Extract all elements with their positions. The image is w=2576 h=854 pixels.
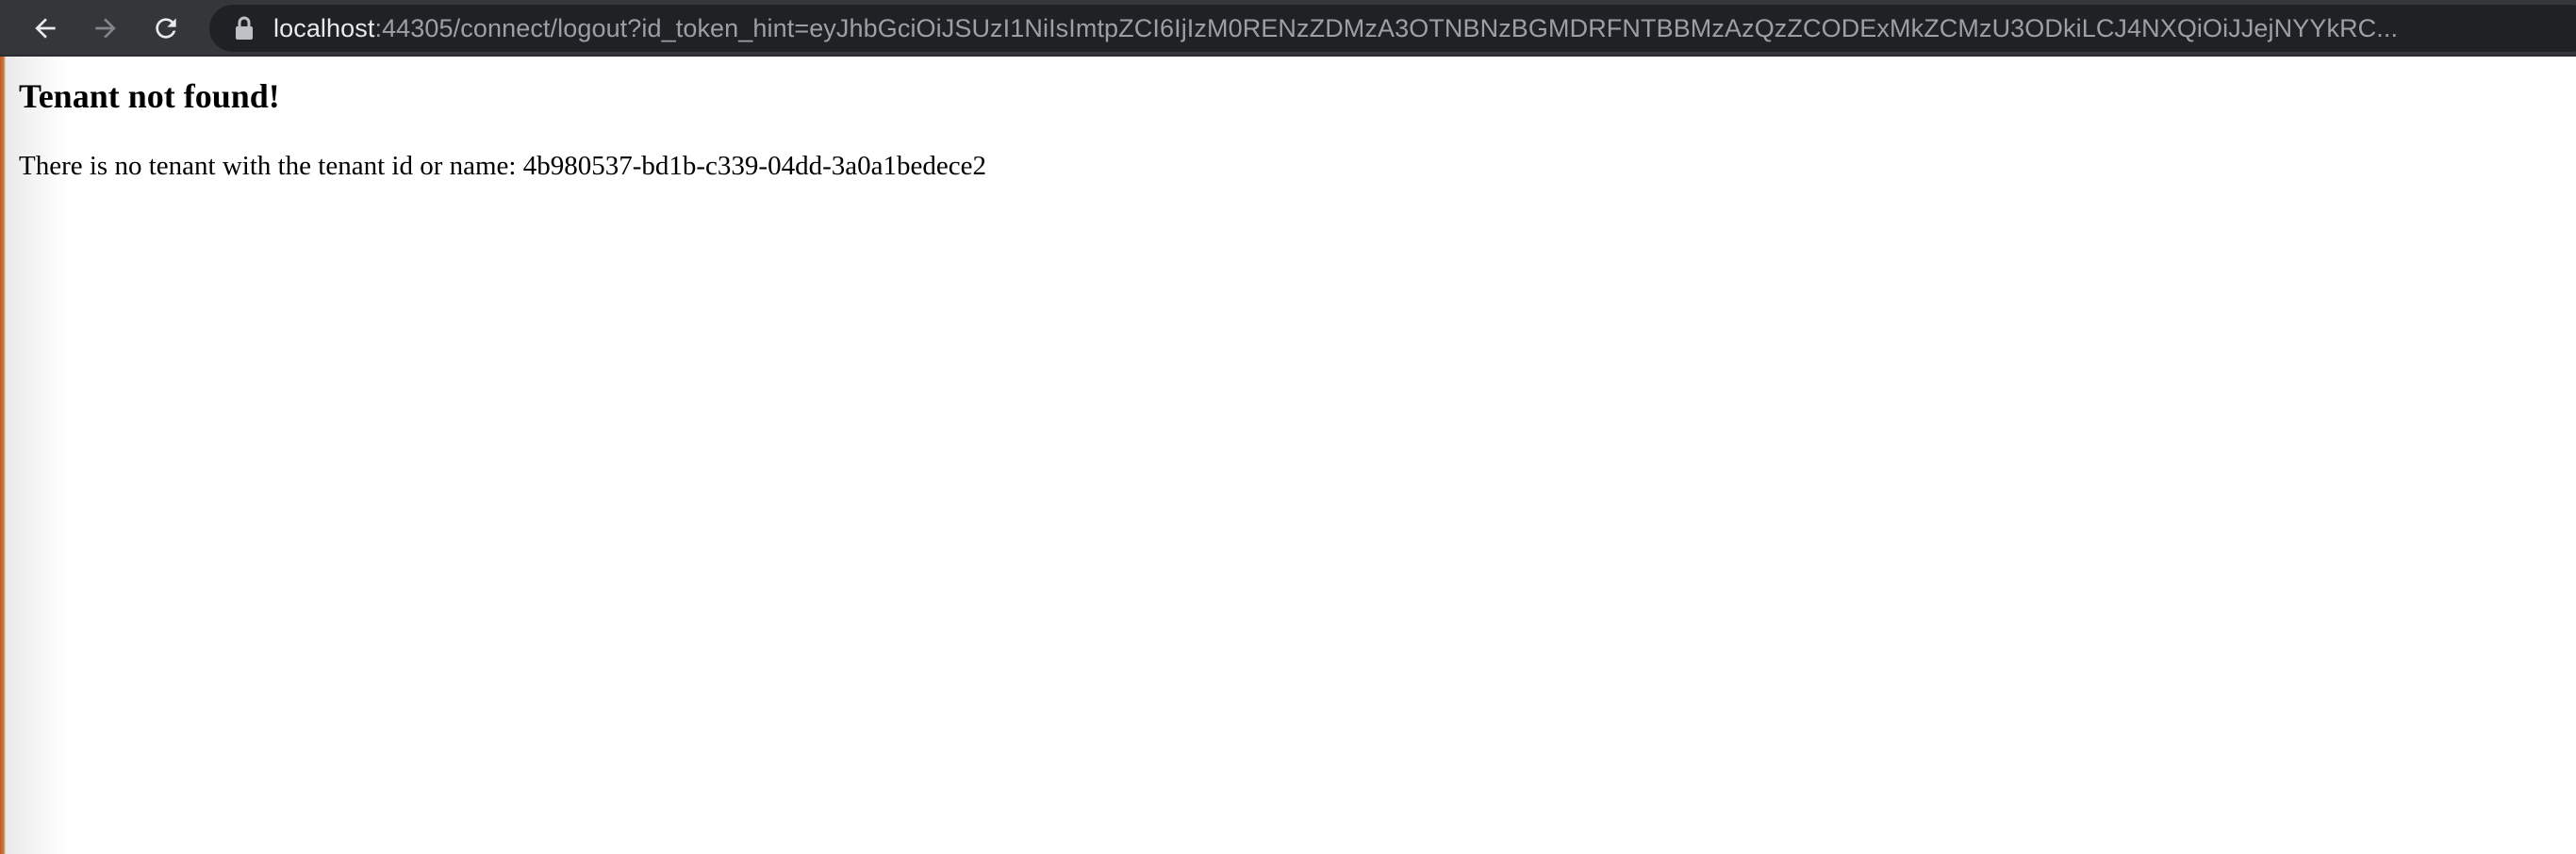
browser-window: localhost:44305/connect/logout?id_token_… bbox=[0, 0, 2576, 854]
url-text[interactable]: localhost:44305/connect/logout?id_token_… bbox=[273, 14, 2398, 43]
reload-icon bbox=[156, 18, 176, 39]
browser-toolbar: localhost:44305/connect/logout?id_token_… bbox=[0, 0, 2576, 57]
lock-icon bbox=[236, 16, 253, 40]
address-bar[interactable]: localhost:44305/connect/logout?id_token_… bbox=[209, 5, 2576, 52]
arrow-right-icon bbox=[95, 18, 116, 39]
page-title: Tenant not found! bbox=[19, 77, 280, 115]
reload-button[interactable] bbox=[145, 8, 187, 49]
page-content: Tenant not found! There is no tenant wit… bbox=[19, 57, 2576, 854]
error-message: There is no tenant with the tenant id or… bbox=[19, 151, 986, 181]
forward-button[interactable] bbox=[85, 8, 126, 49]
url-path: :44305/connect/logout?id_token_hint=eyJh… bbox=[374, 13, 2399, 42]
url-host: localhost bbox=[273, 13, 375, 42]
arrow-left-icon bbox=[35, 18, 56, 39]
back-button[interactable] bbox=[25, 8, 66, 49]
